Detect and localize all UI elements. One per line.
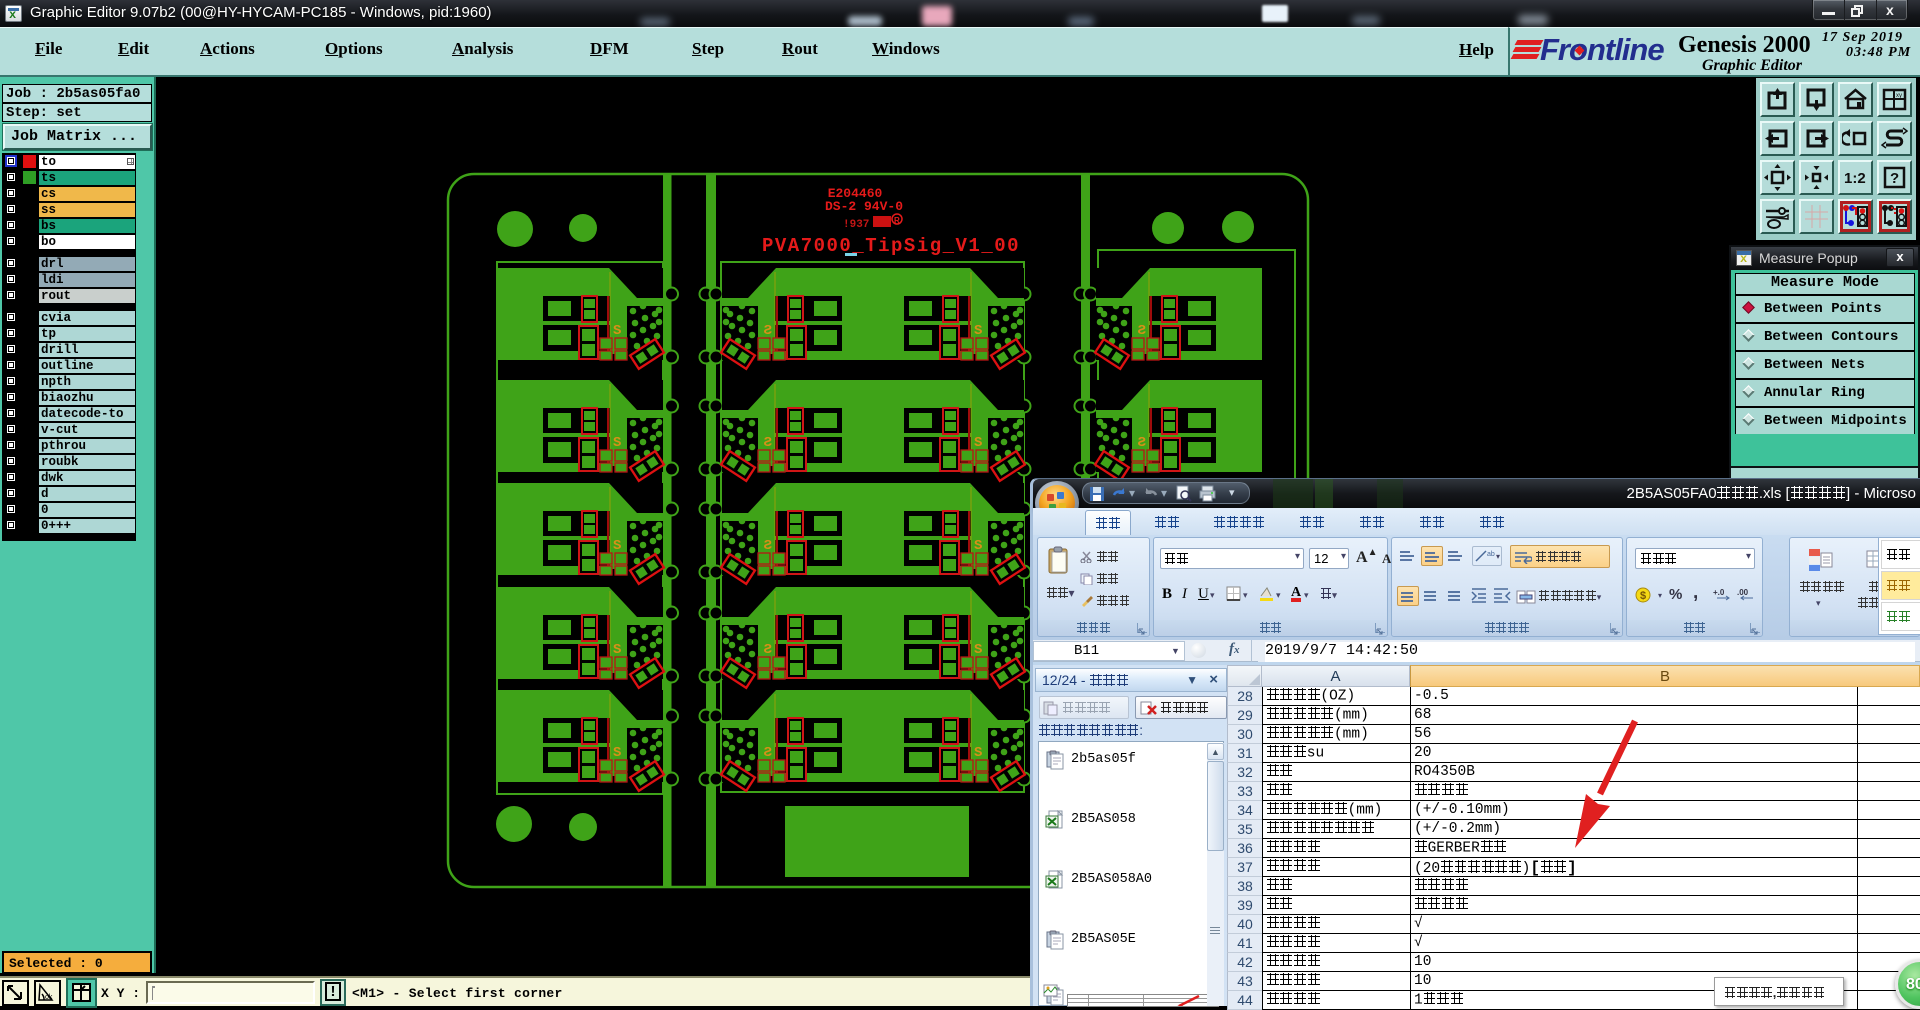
- svg-text:?: ?: [1890, 170, 1899, 187]
- svg-text:$: $: [1640, 590, 1646, 602]
- svg-text:xy: xy: [1896, 93, 1902, 99]
- svg-text:+.0: +.0: [1713, 588, 1725, 597]
- svg-text:PVA7000_TipSig_V1_00: PVA7000_TipSig_V1_00: [762, 235, 1020, 257]
- svg-text:!937: !937: [843, 219, 869, 231]
- svg-text:DS-2 94V-0: DS-2 94V-0: [825, 199, 903, 214]
- svg-text:.00: .00: [1737, 588, 1749, 597]
- svg-text:1:2: 1:2: [1844, 170, 1866, 187]
- svg-text:ok: ok: [45, 994, 53, 1001]
- svg-text:ab: ab: [1487, 551, 1495, 558]
- svg-text:R: R: [894, 216, 900, 225]
